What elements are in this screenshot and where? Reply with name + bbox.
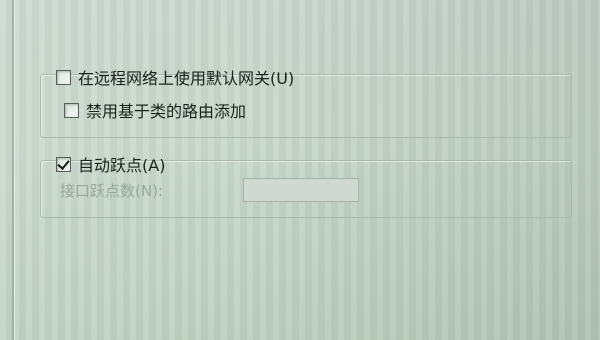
use-default-gateway-checkbox[interactable]	[56, 69, 71, 85]
disable-class-based-route-label: 禁用基于类的路由添加	[86, 102, 247, 121]
use-default-gateway-label: 在远程网络上使用默认网关(U)	[78, 69, 295, 88]
dialog-left-border	[12, 0, 14, 340]
automatic-metric-label: 自动跃点(A)	[78, 156, 166, 175]
use-default-gateway-option[interactable]: 在远程网络上使用默认网关(U)	[56, 66, 294, 88]
disable-class-based-route-checkbox[interactable]	[64, 102, 79, 118]
automatic-metric-checkbox[interactable]	[56, 156, 71, 172]
interface-metric-input[interactable]	[243, 178, 359, 202]
automatic-metric-option[interactable]: 自动跃点(A)	[56, 153, 165, 175]
interface-metric-label: 接口跃点数(N):	[60, 182, 163, 200]
disable-class-based-route-option[interactable]: 禁用基于类的路由添加	[64, 99, 246, 121]
